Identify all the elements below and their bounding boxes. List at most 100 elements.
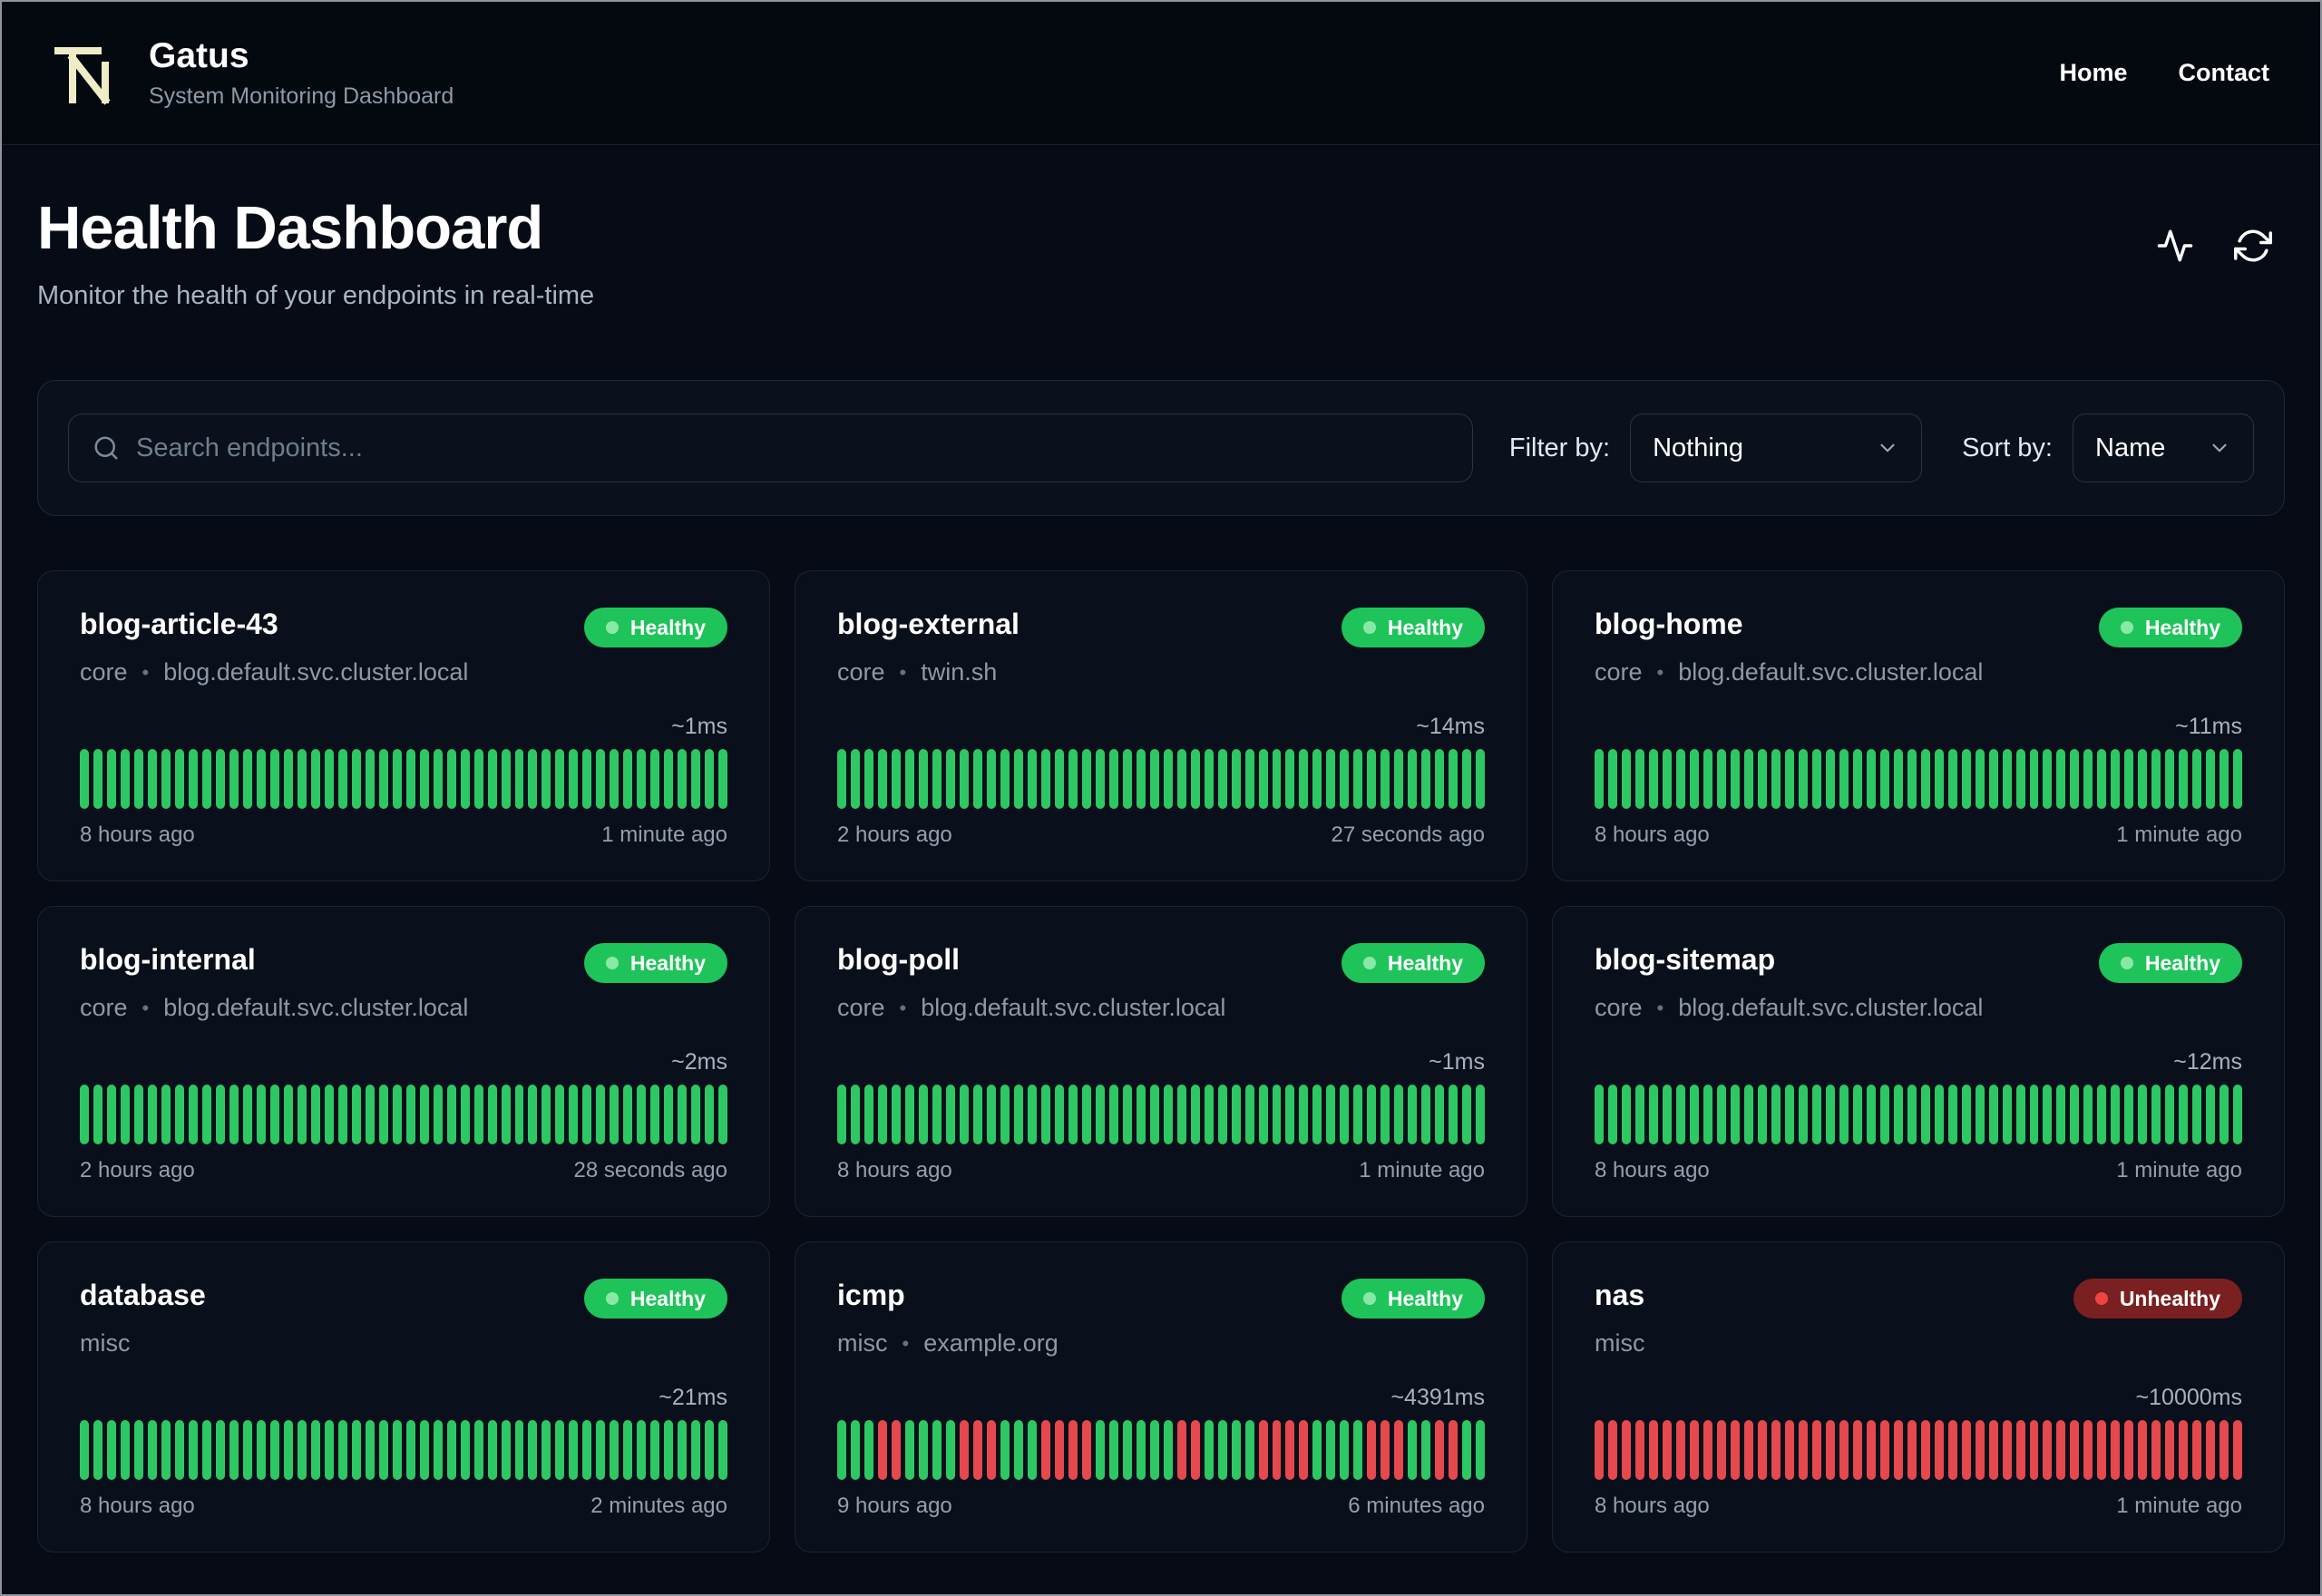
refresh-icon[interactable] — [2234, 227, 2272, 265]
search-input[interactable] — [136, 433, 1449, 463]
uptime-bar[interactable] — [637, 1085, 647, 1145]
uptime-bar[interactable] — [2056, 1420, 2066, 1481]
uptime-bar[interactable] — [1961, 1420, 1971, 1481]
uptime-bar[interactable] — [1934, 1420, 1944, 1481]
uptime-bar[interactable] — [1285, 1085, 1295, 1145]
uptime-bar[interactable] — [1435, 1085, 1445, 1145]
uptime-bar[interactable] — [837, 1420, 846, 1481]
uptime-bar[interactable] — [1068, 1085, 1078, 1145]
uptime-bar[interactable] — [959, 749, 969, 810]
uptime-bar[interactable] — [1595, 1085, 1604, 1145]
uptime-bar[interactable] — [877, 1085, 887, 1145]
uptime-bar[interactable] — [106, 1420, 116, 1481]
uptime-bar[interactable] — [2206, 1085, 2216, 1145]
uptime-bar[interactable] — [904, 749, 914, 810]
uptime-bar[interactable] — [2124, 1085, 2134, 1145]
uptime-bar[interactable] — [324, 1420, 334, 1481]
uptime-bar[interactable] — [242, 1085, 252, 1145]
uptime-bar[interactable] — [705, 1420, 715, 1481]
uptime-bar[interactable] — [1394, 749, 1404, 810]
uptime-bar[interactable] — [1136, 1085, 1146, 1145]
uptime-bar[interactable] — [161, 1420, 171, 1481]
uptime-bar[interactable] — [1798, 1420, 1808, 1481]
uptime-bar[interactable] — [637, 1420, 647, 1481]
uptime-bar[interactable] — [1381, 1085, 1390, 1145]
uptime-bar[interactable] — [1961, 1085, 1971, 1145]
uptime-bar[interactable] — [1595, 749, 1604, 810]
uptime-bar[interactable] — [405, 1085, 415, 1145]
uptime-bar[interactable] — [1879, 1085, 1889, 1145]
uptime-bar[interactable] — [1825, 1420, 1835, 1481]
uptime-bar[interactable] — [1367, 1420, 1377, 1481]
uptime-bar[interactable] — [2138, 1420, 2148, 1481]
uptime-bar[interactable] — [1176, 749, 1186, 810]
uptime-bar[interactable] — [1879, 749, 1889, 810]
uptime-bar[interactable] — [1258, 1420, 1268, 1481]
uptime-bar[interactable] — [2029, 1420, 2039, 1481]
uptime-bar[interactable] — [2097, 1085, 2107, 1145]
uptime-bar[interactable] — [283, 749, 293, 810]
uptime-bar[interactable] — [1988, 1085, 1998, 1145]
uptime-bar[interactable] — [297, 1420, 307, 1481]
uptime-bar[interactable] — [1204, 1085, 1214, 1145]
uptime-bar[interactable] — [1122, 749, 1132, 810]
uptime-bar[interactable] — [324, 1085, 334, 1145]
uptime-bar[interactable] — [487, 749, 497, 810]
uptime-bar[interactable] — [918, 749, 928, 810]
uptime-bar[interactable] — [850, 1420, 860, 1481]
uptime-bar[interactable] — [1893, 1420, 1903, 1481]
uptime-bar[interactable] — [1299, 1420, 1309, 1481]
uptime-bar[interactable] — [1149, 1420, 1159, 1481]
uptime-bar[interactable] — [133, 1420, 143, 1481]
endpoint-card[interactable]: blog-external Healthy core • twin.sh ~14… — [795, 570, 1527, 882]
uptime-bar[interactable] — [256, 749, 266, 810]
uptime-bar[interactable] — [1040, 749, 1050, 810]
uptime-bar[interactable] — [2192, 749, 2202, 810]
uptime-bar[interactable] — [1190, 749, 1200, 810]
uptime-bar[interactable] — [582, 1420, 592, 1481]
uptime-bar[interactable] — [837, 749, 846, 810]
uptime-bar[interactable] — [1013, 1420, 1023, 1481]
uptime-bar[interactable] — [269, 1420, 279, 1481]
uptime-bar[interactable] — [1040, 1085, 1050, 1145]
uptime-bar[interactable] — [541, 1085, 551, 1145]
uptime-bar[interactable] — [419, 1085, 429, 1145]
uptime-bar[interactable] — [1136, 749, 1146, 810]
uptime-bar[interactable] — [850, 749, 860, 810]
uptime-bar[interactable] — [1621, 1420, 1631, 1481]
endpoint-card[interactable]: blog-article-43 Healthy core • blog.defa… — [37, 570, 770, 882]
uptime-bar[interactable] — [392, 749, 402, 810]
uptime-bar[interactable] — [1258, 749, 1268, 810]
uptime-bar[interactable] — [2138, 1085, 2148, 1145]
uptime-bar[interactable] — [932, 749, 941, 810]
uptime-bar[interactable] — [705, 1085, 715, 1145]
uptime-bar[interactable] — [945, 1085, 955, 1145]
uptime-bar[interactable] — [1176, 1420, 1186, 1481]
uptime-bar[interactable] — [1095, 1085, 1105, 1145]
uptime-bar[interactable] — [120, 1085, 130, 1145]
sort-select[interactable]: Name — [2073, 414, 2254, 483]
uptime-bar[interactable] — [1204, 1420, 1214, 1481]
uptime-bar[interactable] — [650, 1420, 660, 1481]
uptime-bar[interactable] — [1462, 1420, 1472, 1481]
uptime-bar[interactable] — [324, 749, 334, 810]
uptime-bar[interactable] — [2206, 1420, 2216, 1481]
uptime-bar[interactable] — [256, 1420, 266, 1481]
uptime-bar[interactable] — [1435, 1420, 1445, 1481]
uptime-bar[interactable] — [2002, 1420, 2012, 1481]
uptime-bar[interactable] — [501, 749, 511, 810]
uptime-bar[interactable] — [1879, 1420, 1889, 1481]
uptime-bar[interactable] — [1716, 749, 1726, 810]
uptime-bar[interactable] — [161, 1085, 171, 1145]
uptime-bar[interactable] — [904, 1420, 914, 1481]
uptime-bar[interactable] — [945, 749, 955, 810]
uptime-bar[interactable] — [1907, 1085, 1917, 1145]
nav-link-home[interactable]: Home — [2059, 59, 2127, 87]
uptime-bar[interactable] — [80, 1420, 89, 1481]
uptime-bar[interactable] — [1730, 749, 1740, 810]
uptime-bar[interactable] — [610, 1420, 620, 1481]
uptime-bar[interactable] — [2070, 749, 2080, 810]
uptime-bar[interactable] — [365, 1420, 375, 1481]
uptime-bar[interactable] — [501, 1420, 511, 1481]
uptime-bar[interactable] — [2070, 1420, 2080, 1481]
